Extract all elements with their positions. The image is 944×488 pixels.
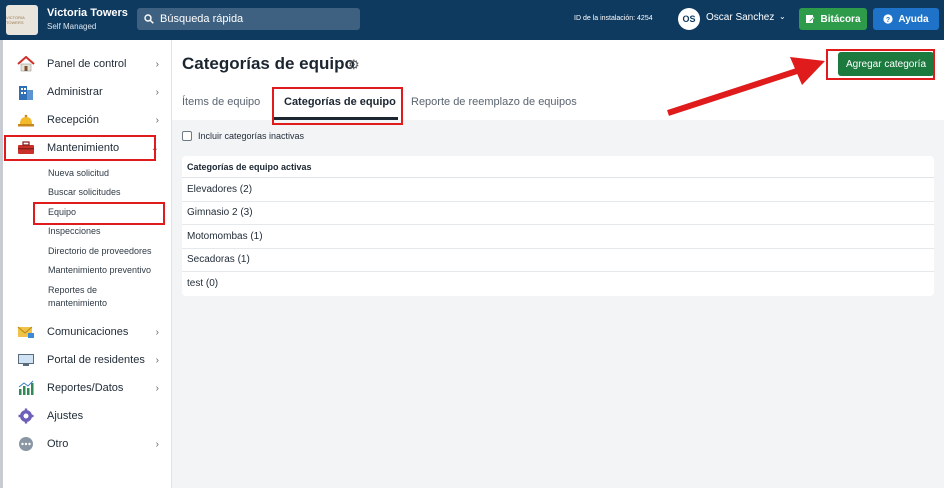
- top-bar: VICTORIA TOWERS Victoria Towers Self Man…: [0, 0, 944, 40]
- sidebar-item-otro[interactable]: Otro ›: [17, 433, 167, 455]
- note-icon: [806, 15, 815, 23]
- sidebar-item-label: Panel de control: [47, 58, 127, 70]
- table-header: Categorías de equipo activas: [182, 156, 934, 178]
- bitacora-label: Bitácora: [820, 13, 861, 25]
- chevron-right-icon: ›: [155, 382, 159, 394]
- bar-chart-icon: [17, 380, 35, 396]
- table-row[interactable]: Elevadores (2): [182, 178, 934, 202]
- sidebar-item-ajustes[interactable]: Ajustes: [17, 405, 167, 427]
- search-input[interactable]: Búsqueda rápida: [137, 8, 360, 30]
- chevron-down-icon[interactable]: ⌄: [779, 12, 786, 21]
- building-icon: [17, 84, 35, 100]
- avatar[interactable]: OS: [678, 8, 700, 30]
- question-icon: ?: [883, 14, 893, 24]
- highlight-box-tab: [272, 87, 403, 125]
- tab-items-equipo[interactable]: Ítems de equipo: [182, 96, 260, 108]
- monitor-icon: [17, 352, 35, 368]
- app-title: Victoria Towers: [47, 7, 128, 19]
- sidebar-item-label: Portal de residentes: [47, 354, 145, 366]
- user-name[interactable]: Oscar Sanchez: [706, 12, 774, 23]
- highlight-box-mantenimiento: [4, 135, 156, 161]
- bell-icon: [17, 112, 35, 128]
- chevron-right-icon: ›: [155, 354, 159, 366]
- include-inactive-label: Incluir categorías inactivas: [198, 131, 305, 141]
- help-button[interactable]: ? Ayuda: [873, 8, 939, 30]
- sidebar-item-recepcion[interactable]: Recepción ›: [17, 109, 167, 131]
- table-row[interactable]: test (0): [182, 272, 934, 296]
- sub-item-nueva-solicitud[interactable]: Nueva solicitud: [48, 167, 109, 180]
- gear-icon: [17, 408, 35, 424]
- sub-item-label-line2: mantenimiento: [48, 298, 108, 308]
- tab-reporte-reemplazo[interactable]: Reporte de reemplazo de equipos: [411, 96, 577, 108]
- sub-item-inspecciones[interactable]: Inspecciones: [48, 225, 101, 238]
- search-icon: [144, 14, 154, 24]
- mail-icon: [17, 324, 35, 340]
- annotation-arrow-icon: [667, 57, 825, 116]
- categories-table: Categorías de equipo activas Elevadores …: [182, 156, 934, 296]
- sidebar: Panel de control › Administrar › Recepci…: [0, 40, 172, 488]
- table-row[interactable]: Secadoras (1): [182, 249, 934, 272]
- sidebar-item-label: Recepción: [47, 114, 99, 126]
- sidebar-item-comunicaciones[interactable]: Comunicaciones ›: [17, 321, 167, 343]
- help-label: Ayuda: [898, 13, 929, 25]
- sub-item-mantenimiento-preventivo[interactable]: Mantenimiento preventivo: [48, 264, 151, 277]
- logo-text: VICTORIA TOWERS: [6, 15, 25, 25]
- chevron-right-icon: ›: [155, 438, 159, 450]
- chevron-right-icon: ›: [155, 114, 159, 126]
- sub-item-buscar-solicitudes[interactable]: Buscar solicitudes: [48, 186, 121, 199]
- app-subtitle: Self Managed: [47, 22, 97, 31]
- chevron-right-icon: ›: [155, 86, 159, 98]
- sidebar-item-label: Comunicaciones: [47, 326, 129, 338]
- page-title: Categorías de equipo: [182, 54, 355, 73]
- more-icon: [17, 436, 35, 452]
- sidebar-item-reportes-datos[interactable]: Reportes/Datos ›: [17, 377, 167, 399]
- sidebar-item-label: Reportes/Datos: [47, 382, 124, 394]
- chevron-right-icon: ›: [155, 326, 159, 338]
- sub-item-label-line1: Reportes de: [48, 285, 98, 295]
- sidebar-item-label: Administrar: [47, 86, 103, 98]
- installation-id: ID de la instalación: 4254: [574, 15, 653, 22]
- chevron-right-icon: ›: [155, 58, 159, 70]
- settings-gear-icon[interactable]: ⚙: [348, 57, 360, 73]
- highlight-box-equipo: [33, 202, 165, 225]
- search-placeholder: Búsqueda rápida: [160, 13, 244, 25]
- house-icon: [17, 56, 35, 72]
- bitacora-button[interactable]: Bitácora: [799, 8, 867, 30]
- checkbox[interactable]: [182, 131, 192, 141]
- logo[interactable]: VICTORIA TOWERS: [6, 5, 38, 35]
- svg-text:?: ?: [886, 17, 890, 24]
- table-row[interactable]: Gimnasio 2 (3): [182, 202, 934, 225]
- highlight-box-add-button: [826, 49, 935, 80]
- sidebar-item-administrar[interactable]: Administrar ›: [17, 81, 167, 103]
- sidebar-item-panel[interactable]: Panel de control ›: [17, 53, 167, 75]
- sidebar-item-label: Ajustes: [47, 410, 84, 422]
- sub-item-directorio-proveedores[interactable]: Directorio de proveedores: [48, 245, 152, 258]
- sidebar-item-label: Otro: [47, 438, 69, 450]
- table-row[interactable]: Motomombas (1): [182, 225, 934, 249]
- include-inactive-toggle[interactable]: Incluir categorías inactivas: [182, 131, 304, 141]
- sub-item-reportes-mantenimiento[interactable]: Reportes de mantenimiento: [48, 284, 107, 310]
- sidebar-item-portal-residentes[interactable]: Portal de residentes ›: [17, 349, 167, 371]
